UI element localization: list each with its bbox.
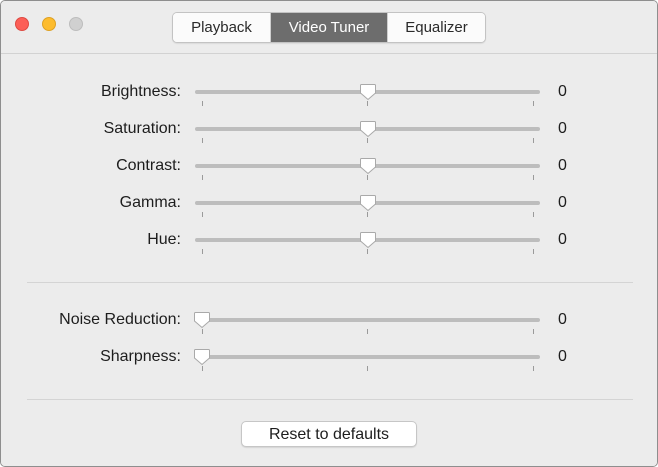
slider-tick xyxy=(533,175,534,180)
video-tuner-window: Playback Video Tuner Equalizer Brightnes… xyxy=(0,0,658,467)
slider-tick xyxy=(202,366,203,371)
slider-tick xyxy=(533,249,534,254)
gamma-label: Gamma: xyxy=(119,194,181,211)
hue-value: 0 xyxy=(558,231,567,248)
tab-playback[interactable]: Playback xyxy=(173,13,271,42)
minimize-button[interactable] xyxy=(42,17,56,31)
noise-reduction-slider-thumb[interactable] xyxy=(193,311,211,329)
noise-reduction-label: Noise Reduction: xyxy=(59,311,181,328)
sharpness-value: 0 xyxy=(558,348,567,365)
saturation-label: Saturation: xyxy=(103,120,181,137)
slider-tick xyxy=(367,329,368,334)
section-divider xyxy=(27,399,633,400)
slider-tick xyxy=(367,212,368,217)
noise-reduction-row: Noise Reduction: 0 xyxy=(1,309,657,339)
slider-tick xyxy=(202,101,203,106)
slider-tick xyxy=(202,175,203,180)
sharpness-slider-thumb[interactable] xyxy=(193,348,211,366)
slider-tick xyxy=(533,212,534,217)
contrast-slider-thumb[interactable] xyxy=(359,157,377,175)
tab-equalizer[interactable]: Equalizer xyxy=(387,13,485,42)
tab-bar: Playback Video Tuner Equalizer xyxy=(172,12,486,43)
title-bar: Playback Video Tuner Equalizer xyxy=(1,1,657,53)
video-tuner-panel: Brightness: 0 Saturation: 0 Contrast: 0 xyxy=(1,53,657,466)
brightness-value: 0 xyxy=(558,83,567,100)
sharpness-label: Sharpness: xyxy=(100,348,181,365)
contrast-label: Contrast: xyxy=(116,157,181,174)
slider-tick xyxy=(367,249,368,254)
slider-tick xyxy=(367,138,368,143)
slider-tick xyxy=(533,366,534,371)
slider-tick xyxy=(202,249,203,254)
reset-to-defaults-button[interactable]: Reset to defaults xyxy=(241,421,417,447)
saturation-value: 0 xyxy=(558,120,567,137)
contrast-row: Contrast: 0 xyxy=(1,155,657,185)
slider-tick xyxy=(202,329,203,334)
slider-tick xyxy=(202,212,203,217)
slider-tick xyxy=(367,175,368,180)
close-button[interactable] xyxy=(15,17,29,31)
slider-tick xyxy=(533,329,534,334)
slider-tick xyxy=(367,101,368,106)
gamma-slider-thumb[interactable] xyxy=(359,194,377,212)
gamma-row: Gamma: 0 xyxy=(1,192,657,222)
gamma-value: 0 xyxy=(558,194,567,211)
brightness-slider-thumb[interactable] xyxy=(359,83,377,101)
saturation-slider-thumb[interactable] xyxy=(359,120,377,138)
brightness-row: Brightness: 0 xyxy=(1,81,657,111)
sharpness-slider[interactable] xyxy=(195,355,540,359)
saturation-row: Saturation: 0 xyxy=(1,118,657,148)
hue-row: Hue: 0 xyxy=(1,229,657,259)
sharpness-row: Sharpness: 0 xyxy=(1,346,657,376)
contrast-value: 0 xyxy=(558,157,567,174)
tab-video-tuner[interactable]: Video Tuner xyxy=(271,13,387,42)
brightness-label: Brightness: xyxy=(100,83,181,100)
slider-tick xyxy=(202,138,203,143)
slider-tick xyxy=(367,366,368,371)
noise-reduction-slider[interactable] xyxy=(195,318,540,322)
section-divider xyxy=(27,282,633,283)
slider-tick xyxy=(533,101,534,106)
hue-slider-thumb[interactable] xyxy=(359,231,377,249)
noise-reduction-value: 0 xyxy=(558,311,567,328)
zoom-button[interactable] xyxy=(69,17,83,31)
slider-tick xyxy=(533,138,534,143)
hue-label: Hue: xyxy=(147,231,181,248)
